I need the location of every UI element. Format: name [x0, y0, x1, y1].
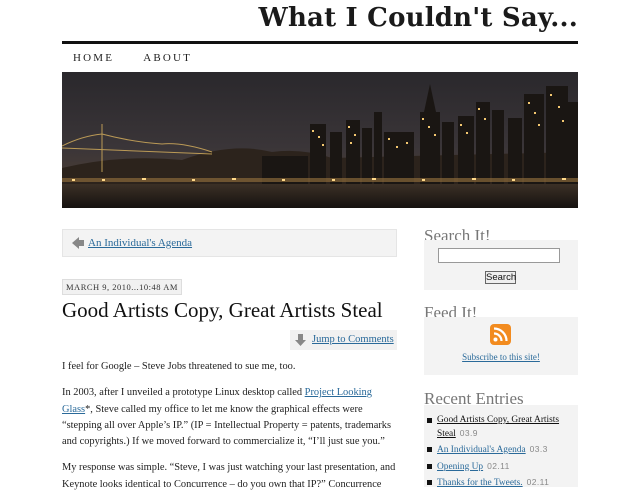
recent-entry-link[interactable]: Good Artists Copy, Great Artists Steal	[437, 415, 559, 439]
recent-entry-link[interactable]: An Individual's Agenda	[437, 445, 526, 455]
main-nav: HOME ABOUT	[62, 52, 210, 64]
search-input[interactable]	[438, 248, 560, 263]
search-button[interactable]: Search	[485, 271, 516, 284]
bullet-icon	[427, 418, 432, 423]
post-title[interactable]: Good Artists Copy, Great Artists Steal	[62, 298, 383, 323]
subscribe-link[interactable]: Subscribe to this site!	[424, 352, 578, 362]
jump-to-comments: Jump to Comments	[290, 330, 397, 350]
recent-entries-list: Good Artists Copy, Great Artists Steal 03…	[424, 414, 578, 493]
bullet-icon	[427, 447, 432, 452]
previous-post-nav: An Individual's Agenda	[62, 229, 397, 257]
rss-icon[interactable]	[490, 324, 511, 345]
recent-entries-widget: Good Artists Copy, Great Artists Steal 03…	[424, 405, 578, 488]
paragraph-text: *, Steve called my office to let me know…	[62, 403, 392, 448]
title-divider	[62, 41, 578, 44]
post-paragraph: In 2003, after I unveiled a prototype Li…	[62, 385, 400, 450]
arrow-down-icon	[295, 334, 306, 346]
post-paragraph: I feel for Google – Steve Jobs threatene…	[62, 361, 296, 372]
post-paragraph: My response was simple. “Steve, I was ju…	[62, 462, 396, 490]
bullet-icon	[427, 480, 432, 485]
list-item: Good Artists Copy, Great Artists Steal 03…	[424, 414, 578, 440]
header-banner-image	[62, 72, 578, 208]
list-item: An Individual's Agenda 03.3	[424, 443, 578, 457]
feed-widget: Subscribe to this site!	[424, 317, 578, 375]
recent-entry-date: 03.3	[529, 444, 548, 454]
nav-about[interactable]: ABOUT	[143, 52, 192, 64]
list-item: Thanks for the Tweets. 02.11	[424, 476, 578, 490]
jump-to-comments-link[interactable]: Jump to Comments	[312, 334, 394, 345]
list-item: Opening Up 02.11	[424, 460, 578, 474]
recent-entry-date: 03.9	[459, 427, 478, 438]
bullet-icon	[427, 463, 432, 469]
previous-post-link[interactable]: An Individual's Agenda	[88, 237, 192, 249]
recent-entry-date: 02.11	[526, 477, 550, 487]
arrow-left-icon	[72, 237, 84, 249]
post-date: MARCH 9, 2010...10:48 AM	[62, 279, 182, 295]
site-title[interactable]: What I Couldn't Say...	[259, 3, 578, 33]
nav-home[interactable]: HOME	[73, 52, 114, 64]
post-body: I feel for Google – Steve Jobs threatene…	[62, 359, 400, 503]
recent-entry-date: 02.11	[487, 460, 510, 471]
search-widget: Search	[424, 240, 578, 290]
paragraph-text: In 2003, after I unveiled a prototype Li…	[62, 387, 305, 399]
recent-entry-link[interactable]: Opening Up	[437, 462, 483, 472]
